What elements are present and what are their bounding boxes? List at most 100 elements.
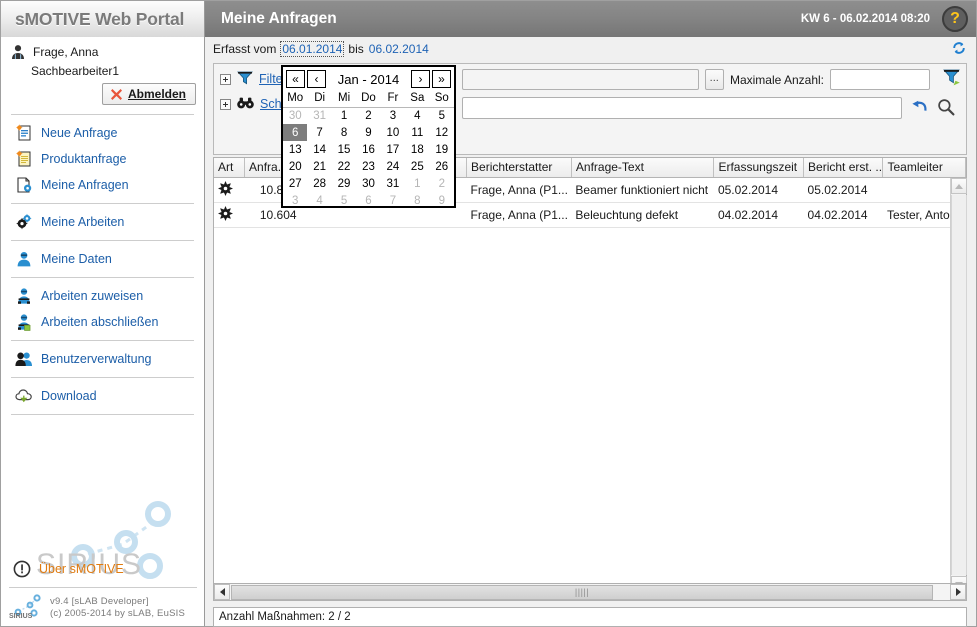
column-header-erfassungszeit[interactable]: Erfassungszeit: [713, 158, 805, 178]
sidebar-item-arbeiten-abschliessen[interactable]: Arbeiten abschließen: [1, 309, 204, 335]
calendar-day[interactable]: 25: [405, 158, 429, 175]
sidebar-divider: [11, 277, 194, 278]
calendar-day[interactable]: 17: [381, 141, 405, 158]
calendar-day[interactable]: 24: [381, 158, 405, 175]
date-to-link[interactable]: 06.02.2014: [369, 42, 429, 56]
calendar-weekday: So: [429, 90, 454, 108]
calendar-day[interactable]: 2: [356, 107, 380, 124]
calendar-day[interactable]: 14: [307, 141, 331, 158]
sidebar-item-meine-arbeiten[interactable]: Meine Arbeiten: [1, 209, 204, 235]
user-role: Sachbearbeiter1: [31, 64, 120, 78]
date-from-link[interactable]: 06.01.2014: [280, 41, 345, 57]
calendar-day[interactable]: 15: [332, 141, 356, 158]
cell-bericht-erstellt: 05.02.2014: [803, 177, 883, 203]
title-bar: Meine Anfragen KW 6 - 06.02.2014 08:20 ?: [205, 1, 976, 37]
refresh-icon[interactable]: [951, 40, 967, 59]
calendar-day[interactable]: 9: [356, 124, 380, 141]
sidebar-item-download[interactable]: Download: [1, 383, 204, 409]
sidebar-item-benutzerverwaltung[interactable]: Benutzerverwaltung: [1, 346, 204, 372]
calendar-week-datetime: KW 6 - 06.02.2014 08:20: [800, 13, 930, 25]
calendar-day[interactable]: 2: [430, 175, 454, 192]
quicksearch-expand-toggle[interactable]: [220, 98, 231, 110]
column-header-berichterstatter[interactable]: Berichterstatter: [466, 158, 572, 178]
calendar-day[interactable]: 7: [381, 192, 405, 209]
calendar-day[interactable]: 26: [430, 158, 454, 175]
brand-title: sMOTIVE Web Portal: [15, 8, 185, 29]
calendar-day[interactable]: 11: [405, 124, 429, 141]
cell-art: [214, 202, 245, 228]
calendar-day[interactable]: 27: [283, 175, 307, 192]
calendar-day[interactable]: 20: [283, 158, 307, 175]
vertical-scroll-track[interactable]: [951, 195, 967, 575]
cell-bericht-erstellt: 04.02.2014: [803, 202, 883, 228]
calendar-day[interactable]: 8: [405, 192, 429, 209]
calendar-day[interactable]: 30: [283, 107, 307, 124]
calendar-day[interactable]: 6: [356, 192, 380, 209]
calendar-day[interactable]: 10: [381, 124, 405, 141]
about-smotive-button[interactable]: Über sMOTIVE: [1, 555, 204, 585]
calendar-weekday: Mi: [331, 90, 357, 108]
calendar-day[interactable]: 7: [307, 124, 331, 141]
calendar-day[interactable]: 16: [356, 141, 380, 158]
calendar-day[interactable]: 22: [332, 158, 356, 175]
logout-button[interactable]: Abmelden: [101, 83, 196, 105]
calendar-first-button[interactable]: «: [286, 70, 305, 88]
calendar-day[interactable]: 31: [307, 107, 331, 124]
column-header-art[interactable]: Art: [214, 158, 246, 178]
sidebar-item-meine-daten[interactable]: Meine Daten: [1, 246, 204, 272]
filter-value-input[interactable]: [462, 69, 699, 90]
sidebar-item-produktanfrage[interactable]: Produktanfrage: [1, 146, 204, 172]
calendar-day[interactable]: 28: [307, 175, 331, 192]
calendar-day[interactable]: 3: [381, 107, 405, 124]
filter-browse-button[interactable]: ...: [704, 69, 724, 90]
footer: SIRIUS v9.4 [sLAB Developer] (c) 2005-20…: [1, 588, 204, 626]
calendar-day[interactable]: 30: [356, 175, 380, 192]
calendar-day[interactable]: 4: [307, 192, 331, 209]
sidebar-item-label: Benutzerverwaltung: [41, 352, 152, 366]
calendar-day-selected[interactable]: 6: [283, 124, 308, 141]
search-icon[interactable]: [937, 98, 955, 119]
calendar-day[interactable]: 31: [381, 175, 405, 192]
quicksearch-input[interactable]: [462, 97, 902, 119]
calendar-weekday: Sa: [405, 90, 430, 108]
calendar-day[interactable]: 18: [405, 141, 429, 158]
filter-expand-toggle[interactable]: [220, 73, 231, 85]
calendar-day[interactable]: 9: [430, 192, 454, 209]
sidebar-item-neue-anfrage[interactable]: Neue Anfrage: [1, 120, 204, 146]
calendar-day[interactable]: 23: [356, 158, 380, 175]
sidebar-item-label: Produktanfrage: [41, 152, 127, 166]
scroll-up-button[interactable]: [951, 178, 967, 194]
calendar-day[interactable]: 12: [430, 124, 454, 141]
column-header-teamleiter[interactable]: Teamleiter: [882, 158, 966, 178]
sidebar-item-meine-anfragen[interactable]: Meine Anfragen: [1, 172, 204, 198]
sidebar-divider: [11, 240, 194, 241]
max-count-input[interactable]: [830, 69, 930, 90]
undo-icon[interactable]: [911, 99, 928, 117]
calendar-day[interactable]: 1: [405, 175, 429, 192]
calendar-day[interactable]: 5: [430, 107, 454, 124]
date-picker-popup[interactable]: « ‹ Jan - 2014 › » Mo Di Mi Do Fr Sa So 30 31 1 2…: [281, 65, 456, 208]
horizontal-scroll-thumb[interactable]: |||||: [231, 584, 933, 600]
sidebar-item-arbeiten-zuweisen[interactable]: Arbeiten zuweisen: [1, 283, 204, 309]
sidebar-item-label: Download: [41, 389, 97, 403]
calendar-day[interactable]: 4: [405, 107, 429, 124]
column-header-anfrage-text[interactable]: Anfrage-Text: [571, 158, 715, 178]
calendar-day[interactable]: 8: [332, 124, 356, 141]
calendar-prev-button[interactable]: ‹: [307, 70, 326, 88]
calendar-day[interactable]: 3: [283, 192, 307, 209]
calendar-last-button[interactable]: »: [432, 70, 451, 88]
filter-apply-icon[interactable]: [942, 69, 962, 90]
calendar-next-button[interactable]: ›: [411, 70, 430, 88]
scroll-left-button[interactable]: [214, 584, 230, 600]
scroll-right-button[interactable]: [950, 584, 966, 600]
table-vertical-scrollbar[interactable]: [950, 178, 967, 592]
calendar-day[interactable]: 5: [332, 192, 356, 209]
table-horizontal-scrollbar[interactable]: |||||: [213, 583, 967, 601]
calendar-day[interactable]: 1: [332, 107, 356, 124]
calendar-day[interactable]: 19: [430, 141, 454, 158]
calendar-day[interactable]: 13: [283, 141, 307, 158]
calendar-day[interactable]: 21: [307, 158, 331, 175]
column-header-bericht-erstellt[interactable]: Bericht erst. ...: [803, 158, 884, 178]
calendar-day[interactable]: 29: [332, 175, 356, 192]
help-button[interactable]: ?: [942, 6, 968, 32]
